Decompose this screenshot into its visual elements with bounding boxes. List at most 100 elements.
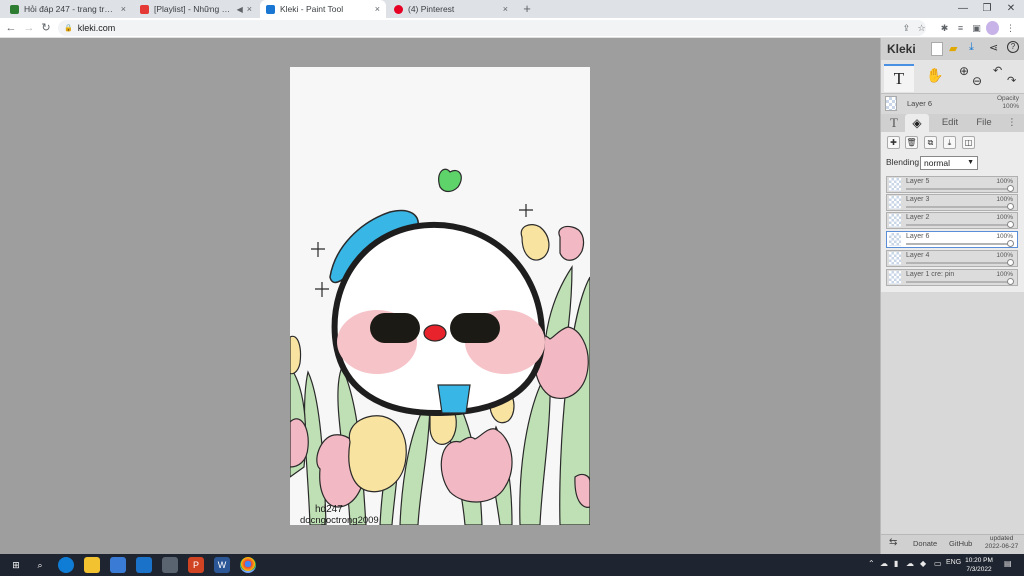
merge-down-icon[interactable]: ⤓	[943, 136, 956, 149]
tab-pinterest[interactable]: (4) Pinterest ×	[388, 0, 514, 18]
duplicate-layer-icon[interactable]: ⧉	[924, 136, 937, 149]
layer-thumbnail	[889, 233, 901, 246]
save-download-icon[interactable]: ⤓	[969, 41, 974, 54]
tab-layers-icon[interactable]: ◈	[905, 114, 929, 132]
kleki-header: Kleki ▰ ⤓ ⋖ ?	[881, 38, 1024, 60]
system-clock[interactable]: 10:20 PM 7/3/2022	[962, 556, 996, 574]
restore-icon[interactable]: ❐	[976, 0, 998, 18]
slider-knob[interactable]	[1007, 203, 1014, 210]
close-tab-icon[interactable]: ×	[503, 4, 508, 14]
layer-item[interactable]: Layer 5 100%	[886, 176, 1018, 193]
cloud-icon[interactable]: ☁	[906, 559, 914, 568]
text-tool-button[interactable]: T	[884, 64, 914, 92]
onedrive-icon[interactable]: ☁	[880, 559, 888, 568]
slider-knob[interactable]	[1007, 240, 1014, 247]
tab-kleki[interactable]: Kleki - Paint Tool ×	[260, 0, 386, 18]
mail-icon[interactable]	[136, 557, 152, 573]
back-arrow-icon[interactable]: ←	[3, 20, 19, 36]
edge-browser-icon[interactable]	[58, 557, 74, 573]
layer-item[interactable]: Layer 2 100%	[886, 212, 1018, 229]
microsoft-store-icon[interactable]	[110, 557, 126, 573]
share-icon[interactable]: ⇪	[900, 21, 913, 35]
language-indicator[interactable]: ENG	[946, 559, 961, 566]
add-layer-icon[interactable]: ✚	[887, 136, 900, 149]
chrome-icon[interactable]	[240, 557, 256, 573]
new-image-icon[interactable]	[931, 42, 943, 56]
share-icon[interactable]: ⋖	[989, 41, 998, 54]
canvas-workspace[interactable]: hd247 docngoctrong2009	[0, 38, 880, 554]
artwork-illustration: hd247 docngoctrong2009	[290, 168, 590, 525]
close-tab-icon[interactable]: ×	[247, 4, 252, 14]
slider-knob[interactable]	[1007, 259, 1014, 266]
layer-opacity-slider[interactable]	[906, 188, 1009, 190]
current-layer-info: Layer 6 Opacity 100%	[881, 94, 1024, 114]
layer-thumbnail	[889, 252, 901, 265]
slider-knob[interactable]	[1007, 278, 1014, 285]
search-icon[interactable]: ⌕	[32, 557, 48, 573]
layer-opacity-slider[interactable]	[906, 262, 1009, 264]
forward-arrow-icon[interactable]: →	[21, 20, 37, 36]
layer-opacity: 100%	[996, 271, 1013, 278]
donate-link[interactable]: Donate	[913, 539, 937, 548]
layer-item[interactable]: Layer 4 100%	[886, 250, 1018, 267]
reload-icon[interactable]: ↻	[38, 20, 54, 36]
tab-edit[interactable]: Edit	[933, 114, 967, 132]
address-bar[interactable]: 🔒 kleki.com	[58, 20, 926, 36]
undo-icon[interactable]: ↶	[993, 64, 1002, 77]
camera-icon[interactable]	[162, 557, 178, 573]
browser-menu-icon[interactable]: ⋮	[1004, 21, 1017, 35]
layer-visibility-icon[interactable]: ◫	[962, 136, 975, 149]
new-tab-button[interactable]: +	[520, 1, 534, 17]
notifications-icon[interactable]: ▤	[1004, 559, 1012, 568]
media-control-icon[interactable]: ≡	[954, 21, 967, 35]
watermark-line-2: docngoctrong2009	[300, 515, 379, 525]
blending-select[interactable]: normal ▼	[920, 156, 978, 170]
drawing-canvas[interactable]: hd247 docngoctrong2009	[290, 67, 590, 525]
redo-icon[interactable]: ↷	[1007, 74, 1016, 87]
layer-item-selected[interactable]: Layer 6 100%	[886, 231, 1018, 248]
current-layer-name: Layer 6	[907, 99, 933, 108]
slider-knob[interactable]	[1007, 221, 1014, 228]
open-folder-icon[interactable]: ▰	[949, 42, 957, 55]
microphone-icon[interactable]: ▮	[894, 559, 898, 568]
help-icon[interactable]: ?	[1007, 41, 1019, 53]
tab-playlist[interactable]: [Playlist] - Những Bản Nhạc ◀ ×	[134, 0, 258, 18]
slider-knob[interactable]	[1007, 185, 1014, 192]
clock-date: 7/3/2022	[966, 566, 992, 573]
word-icon[interactable]: W	[214, 557, 230, 573]
profile-avatar[interactable]	[986, 21, 999, 35]
minimize-icon[interactable]: —	[952, 0, 974, 18]
layer-opacity-slider[interactable]	[906, 224, 1009, 226]
hand-tool-icon[interactable]: ✋	[921, 64, 949, 92]
tab-hoidap247[interactable]: Hỏi đáp 247 - trang trả lời ×	[4, 0, 132, 18]
zoom-out-icon[interactable]: ⊖	[972, 74, 982, 88]
tab-text-settings[interactable]: T	[883, 114, 905, 132]
delete-layer-icon[interactable]: 🗑	[905, 136, 918, 149]
more-options-icon[interactable]: ⋮	[1005, 114, 1019, 132]
panel-footer: ⇆ Donate GitHub updated 2022-06-27	[881, 534, 1024, 554]
extensions-puzzle-icon[interactable]: ✱	[938, 21, 951, 35]
close-tab-icon[interactable]: ×	[375, 4, 380, 14]
layer-name: Layer 2	[906, 214, 930, 221]
layer-opacity-slider[interactable]	[906, 281, 1009, 283]
battery-icon[interactable]: ▭	[934, 559, 942, 568]
side-panel-icon[interactable]: ▣	[970, 21, 983, 35]
swap-sides-icon[interactable]: ⇆	[889, 537, 897, 548]
close-tab-icon[interactable]: ×	[121, 4, 126, 14]
powerpoint-icon[interactable]: P	[188, 557, 204, 573]
close-window-icon[interactable]: ✕	[1000, 0, 1022, 18]
speaker-icon[interactable]: ◀	[237, 5, 243, 14]
zoom-in-icon[interactable]: ⊕	[959, 64, 969, 78]
updated-label: updated	[989, 535, 1014, 542]
layer-opacity-slider[interactable]	[906, 243, 1009, 245]
file-explorer-icon[interactable]	[84, 557, 100, 573]
tab-file[interactable]: File	[969, 114, 999, 132]
windows-start-icon[interactable]: ⊞	[8, 557, 24, 573]
bookmark-star-icon[interactable]: ☆	[915, 21, 928, 35]
antivirus-icon[interactable]: ◆	[920, 559, 926, 568]
layer-item[interactable]: Layer 1 cre: pin 100%	[886, 269, 1018, 286]
layer-opacity-slider[interactable]	[906, 206, 1009, 208]
github-link[interactable]: GitHub	[949, 539, 972, 548]
layer-item[interactable]: Layer 3 100%	[886, 194, 1018, 211]
show-hidden-icons-icon[interactable]: ⌃	[868, 559, 875, 568]
